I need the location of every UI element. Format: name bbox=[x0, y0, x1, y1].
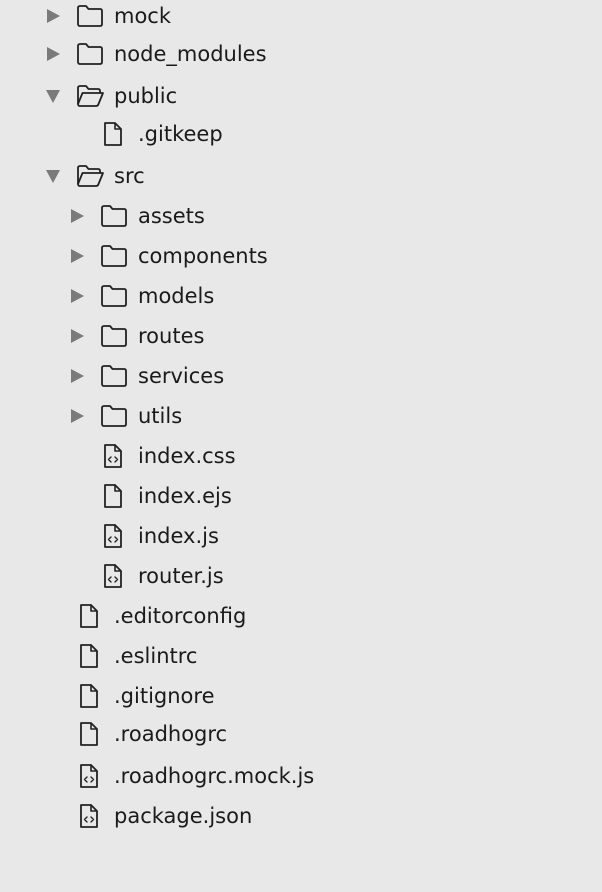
tree-file-dot-roadhogrc[interactable]: .roadhogrc bbox=[0, 717, 602, 751]
tree-folder-public[interactable]: public bbox=[0, 79, 602, 113]
tree-item-label: package.json bbox=[114, 804, 253, 828]
tree-item-label: public bbox=[114, 84, 178, 108]
tree-folder-mock[interactable]: mock bbox=[0, 0, 602, 33]
tree-item-label: index.css bbox=[138, 444, 236, 468]
folder-icon bbox=[100, 363, 128, 389]
folder-icon bbox=[100, 203, 128, 229]
disclosure-arrow-collapsed-icon[interactable] bbox=[69, 328, 85, 344]
folder-icon bbox=[100, 283, 128, 309]
disclosure-arrow-collapsed-icon[interactable] bbox=[45, 46, 61, 62]
file-icon bbox=[78, 603, 106, 629]
code-file-icon bbox=[78, 763, 106, 789]
tree-folder-components[interactable]: components bbox=[0, 239, 602, 273]
tree-folder-routes[interactable]: routes bbox=[0, 319, 602, 353]
tree-folder-assets[interactable]: assets bbox=[0, 199, 602, 233]
tree-item-label: index.ejs bbox=[138, 484, 232, 508]
tree-item-label: .roadhogrc.mock.js bbox=[114, 764, 315, 788]
disclosure-arrow-collapsed-icon[interactable] bbox=[69, 408, 85, 424]
tree-file-index-ejs[interactable]: index.ejs bbox=[0, 479, 602, 513]
tree-item-label: routes bbox=[138, 324, 205, 348]
tree-item-label: assets bbox=[138, 204, 205, 228]
tree-item-label: node_modules bbox=[114, 42, 267, 66]
tree-file-dot-gitkeep[interactable]: .gitkeep bbox=[0, 117, 602, 151]
tree-file-dot-gitignore[interactable]: .gitignore bbox=[0, 679, 602, 713]
tree-file-package-json[interactable]: package.json bbox=[0, 799, 602, 833]
disclosure-arrow-collapsed-icon[interactable] bbox=[69, 248, 85, 264]
tree-file-dot-roadhogrc-mock-js[interactable]: .roadhogrc.mock.js bbox=[0, 759, 602, 793]
code-file-icon bbox=[102, 443, 130, 469]
tree-folder-utils[interactable]: utils bbox=[0, 399, 602, 433]
disclosure-arrow-expanded-icon[interactable] bbox=[45, 168, 61, 184]
tree-item-label: .gitkeep bbox=[138, 122, 223, 146]
tree-item-label: .gitignore bbox=[114, 684, 215, 708]
folder-open-icon bbox=[76, 83, 104, 109]
folder-icon bbox=[100, 403, 128, 429]
disclosure-arrow-collapsed-icon[interactable] bbox=[69, 288, 85, 304]
code-file-icon bbox=[78, 803, 106, 829]
tree-item-label: index.js bbox=[138, 524, 219, 548]
tree-item-label: router.js bbox=[138, 564, 224, 588]
tree-file-dot-editorconfig[interactable]: .editorconfig bbox=[0, 599, 602, 633]
tree-item-label: models bbox=[138, 284, 215, 308]
tree-file-index-js[interactable]: index.js bbox=[0, 519, 602, 553]
file-tree: mock node_modulespublic .gitkeep src assets c… bbox=[0, 0, 602, 892]
tree-item-label: src bbox=[114, 164, 145, 188]
folder-open-icon bbox=[76, 163, 104, 189]
disclosure-arrow-collapsed-icon[interactable] bbox=[69, 368, 85, 384]
disclosure-arrow-collapsed-icon[interactable] bbox=[45, 8, 61, 24]
tree-folder-services[interactable]: services bbox=[0, 359, 602, 393]
file-icon bbox=[78, 683, 106, 709]
disclosure-arrow-collapsed-icon[interactable] bbox=[69, 208, 85, 224]
tree-file-router-js[interactable]: router.js bbox=[0, 559, 602, 593]
tree-item-label: mock bbox=[114, 4, 172, 28]
disclosure-arrow-expanded-icon[interactable] bbox=[45, 88, 61, 104]
tree-item-label: .editorconfig bbox=[114, 604, 247, 628]
tree-item-label: .roadhogrc bbox=[114, 722, 228, 746]
file-icon bbox=[78, 643, 106, 669]
file-icon bbox=[102, 483, 130, 509]
tree-file-dot-eslintrc[interactable]: .eslintrc bbox=[0, 639, 602, 673]
folder-icon bbox=[76, 41, 104, 67]
tree-item-label: services bbox=[138, 364, 225, 388]
tree-folder-src[interactable]: src bbox=[0, 159, 602, 193]
tree-item-label: utils bbox=[138, 404, 183, 428]
code-file-icon bbox=[102, 523, 130, 549]
tree-file-index-css[interactable]: index.css bbox=[0, 439, 602, 473]
tree-item-label: components bbox=[138, 244, 268, 268]
file-icon bbox=[78, 721, 106, 747]
tree-folder-node-modules[interactable]: node_modules bbox=[0, 37, 602, 71]
file-icon bbox=[102, 121, 130, 147]
tree-folder-models[interactable]: models bbox=[0, 279, 602, 313]
code-file-icon bbox=[102, 563, 130, 589]
tree-item-label: .eslintrc bbox=[114, 644, 198, 668]
folder-icon bbox=[76, 3, 104, 29]
folder-icon bbox=[100, 243, 128, 269]
folder-icon bbox=[100, 323, 128, 349]
